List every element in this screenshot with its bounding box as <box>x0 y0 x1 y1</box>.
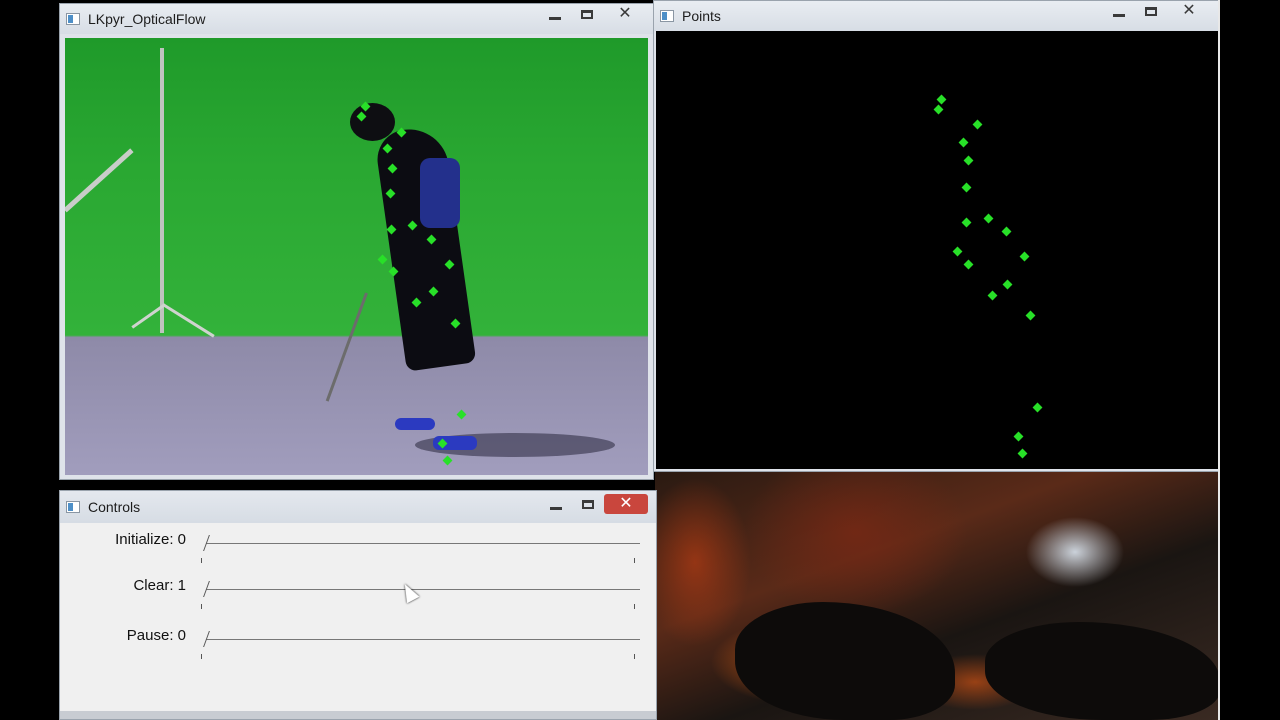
trackbar-track[interactable] <box>206 639 640 640</box>
points-window[interactable]: Points ✕ <box>653 0 1220 472</box>
trackbar-tick <box>634 654 635 659</box>
tracking-point <box>1025 310 1036 321</box>
maximize-icon <box>581 9 593 19</box>
points-overlay <box>656 31 1219 469</box>
tracking-point <box>961 182 972 193</box>
tracking-point <box>382 143 393 154</box>
trackbar-tick <box>201 604 202 609</box>
window-bottom-edge <box>60 711 656 719</box>
close-button[interactable]: ✕ <box>603 4 647 24</box>
tracking-point <box>933 104 944 115</box>
tracking-point <box>961 217 972 228</box>
tracking-point <box>387 163 398 174</box>
tracked-points-overlay <box>65 38 648 475</box>
optical-flow-titlebar[interactable]: LKpyr_OpticalFlow ✕ <box>60 4 653 34</box>
tracking-point <box>428 286 439 297</box>
app-window-icon <box>66 501 80 513</box>
tracking-point <box>456 409 467 420</box>
trackbar-track[interactable] <box>206 543 640 544</box>
tracking-point <box>963 155 974 166</box>
minimize-icon <box>1113 13 1125 17</box>
tracking-point <box>983 213 994 224</box>
close-icon: ✕ <box>1182 2 1196 19</box>
maximize-icon <box>582 499 594 509</box>
tracking-point <box>407 220 418 231</box>
tracking-point <box>450 318 461 329</box>
tracking-point <box>444 259 455 270</box>
maximize-button[interactable] <box>571 4 603 24</box>
tracking-point <box>385 188 396 199</box>
trackbar-tick <box>634 604 635 609</box>
maximize-button[interactable] <box>572 494 604 514</box>
tracking-point <box>1013 431 1024 442</box>
trackbar-label: Pause: 0 <box>126 627 186 644</box>
close-button[interactable]: ✕ <box>1167 1 1211 21</box>
trackbar-label: Initialize: 0 <box>115 531 186 548</box>
screen-edge <box>1220 0 1280 720</box>
wallpaper-rock <box>985 622 1220 720</box>
trackbar-initialize[interactable]: Initialize: 0 <box>60 531 658 563</box>
points-canvas <box>656 31 1219 469</box>
minimize-button[interactable] <box>1103 1 1135 21</box>
tracking-point <box>411 297 422 308</box>
minimize-button[interactable] <box>540 494 572 514</box>
tracking-point <box>1001 226 1012 237</box>
trackbar-pause[interactable]: Pause: 0 <box>60 627 658 659</box>
app-window-icon <box>660 10 674 22</box>
trackbar-tick <box>201 558 202 563</box>
trackbar-track[interactable] <box>206 589 640 590</box>
tracking-point <box>360 101 371 112</box>
window-title: Points <box>682 8 721 24</box>
tracking-point <box>958 137 969 148</box>
maximize-button[interactable] <box>1135 1 1167 21</box>
maximize-icon <box>1145 6 1157 16</box>
tracking-point <box>396 127 407 138</box>
window-title: Controls <box>88 499 141 515</box>
tracking-point <box>972 119 983 130</box>
tracking-point <box>987 290 998 301</box>
tracking-point <box>388 266 399 277</box>
app-window-icon <box>66 13 80 25</box>
close-button[interactable]: ✕ <box>604 494 648 514</box>
trackbar-tick <box>634 558 635 563</box>
close-icon: ✕ <box>618 5 632 22</box>
close-icon: ✕ <box>619 495 633 512</box>
controls-window[interactable]: Controls ✕ Initialize: 0 Clear: 1 Pause:… <box>59 490 657 720</box>
minimize-button[interactable] <box>539 4 571 24</box>
tracking-point <box>437 438 448 449</box>
tracking-point <box>356 111 367 122</box>
tracking-point <box>1019 251 1030 262</box>
points-titlebar[interactable]: Points ✕ <box>654 1 1219 31</box>
tracking-point <box>1002 279 1013 290</box>
video-frame <box>65 38 648 475</box>
minimize-icon <box>550 506 562 510</box>
tracking-point <box>442 455 453 466</box>
optical-flow-window[interactable]: LKpyr_OpticalFlow ✕ <box>59 3 654 480</box>
minimize-icon <box>549 16 561 20</box>
tracking-point <box>936 94 947 105</box>
trackbar-label: Clear: 1 <box>133 577 186 594</box>
trackbar-clear[interactable]: Clear: 1 <box>60 577 658 609</box>
tracking-point <box>1032 402 1043 413</box>
desktop-wallpaper <box>655 472 1220 720</box>
wallpaper-rock <box>735 602 955 720</box>
tracking-point <box>386 224 397 235</box>
trackbar-tick <box>201 654 202 659</box>
controls-titlebar[interactable]: Controls ✕ <box>60 491 656 523</box>
tracking-point <box>426 234 437 245</box>
tracking-point <box>963 259 974 270</box>
tracking-point <box>1017 448 1028 459</box>
tracking-point <box>377 254 388 265</box>
tracking-point <box>952 246 963 257</box>
window-title: LKpyr_OpticalFlow <box>88 11 206 27</box>
